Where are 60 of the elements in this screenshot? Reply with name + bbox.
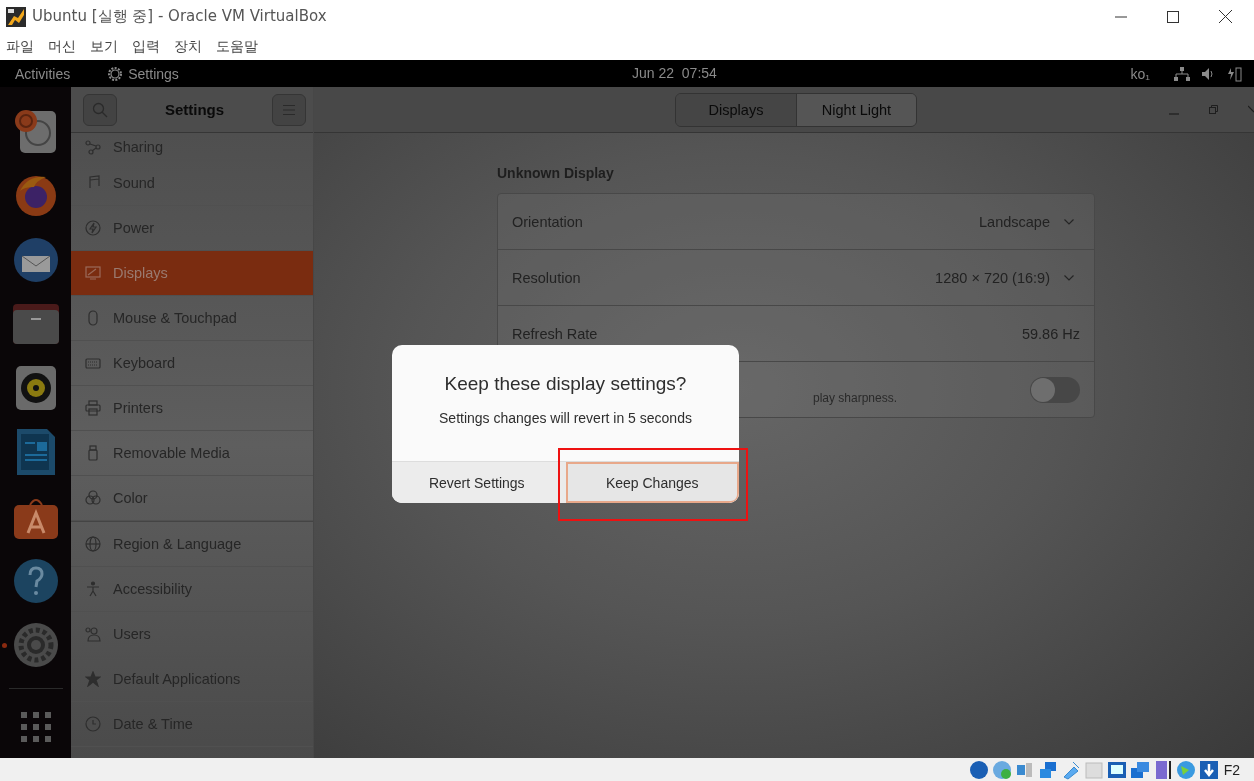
row-caption: play sharpness. xyxy=(813,390,899,405)
dropdown-value[interactable]: 1280 × 720 (16:9) xyxy=(935,269,1050,286)
volume-icon[interactable] xyxy=(1202,66,1216,81)
screens-icon[interactable] xyxy=(1129,759,1150,780)
menu-item[interactable]: 파일 xyxy=(6,37,34,56)
menu-item[interactable]: 장치 xyxy=(174,37,202,56)
users-icon xyxy=(85,626,101,642)
caret-icon xyxy=(1064,218,1074,225)
share-icon xyxy=(85,138,101,155)
menu-item[interactable]: 머신 xyxy=(48,37,76,56)
menu-item[interactable]: 도움말 xyxy=(216,37,258,56)
clock[interactable]: Jun 22 07:54 xyxy=(632,65,717,81)
question-mark-icon[interactable] xyxy=(11,556,60,605)
row-label: Orientation xyxy=(512,213,584,230)
keep-button[interactable]: Keep Changes xyxy=(565,462,739,503)
app-menu[interactable]: Settings xyxy=(128,65,179,82)
monitor-icon xyxy=(85,265,101,281)
hard-disk-icon[interactable] xyxy=(968,759,989,780)
host-key-label: F2 xyxy=(1223,761,1240,778)
caret-icon xyxy=(1064,274,1074,281)
sidebar-item[interactable]: Removable Media xyxy=(71,431,313,476)
network-icon[interactable] xyxy=(1174,66,1190,81)
virtualbox-logo-icon xyxy=(6,6,26,27)
menu-item[interactable]: 보기 xyxy=(90,37,118,56)
bird-envelope-icon[interactable] xyxy=(11,235,60,284)
globe-icon xyxy=(85,536,101,552)
dialog-message: Settings changes will revert in 5 seconds xyxy=(439,410,692,426)
star-icon xyxy=(85,671,101,687)
dialog-title: Keep these display settings? xyxy=(444,373,687,395)
sidebar-title: Settings xyxy=(164,101,225,118)
sidebar-item[interactable]: Displays xyxy=(71,251,313,296)
menu-icon xyxy=(283,103,295,116)
keyboard-icon xyxy=(85,355,101,371)
usb-drive-icon xyxy=(85,445,101,461)
activities-button[interactable]: Activities xyxy=(15,65,71,82)
menu-item[interactable]: 입력 xyxy=(132,37,160,56)
gear-icon xyxy=(107,65,124,82)
row-value: 59.86 Hz xyxy=(1021,325,1080,342)
gear-icon[interactable] xyxy=(11,621,60,669)
color-circles-icon xyxy=(85,490,101,506)
input-method-indicator[interactable]: ko₁ xyxy=(1130,65,1150,82)
printer-icon xyxy=(85,400,101,416)
window-title: Ubuntu [실행 중] - Oracle VM VirtualBox xyxy=(32,7,327,26)
arrow-down-icon[interactable] xyxy=(1198,759,1219,780)
battery-icon[interactable] xyxy=(1228,65,1242,82)
search-icon xyxy=(92,101,108,118)
clock-icon xyxy=(85,716,101,732)
tab[interactable]: Night Light xyxy=(796,93,916,126)
person-icon xyxy=(85,581,101,597)
toggle-switch[interactable] xyxy=(1030,376,1080,403)
disc-icon[interactable] xyxy=(991,759,1012,780)
close-icon[interactable] xyxy=(1219,10,1232,23)
row-label: Refresh Rate xyxy=(512,325,599,342)
screen-icon[interactable] xyxy=(1106,759,1127,780)
maximize-icon[interactable] xyxy=(1167,10,1179,23)
network-icon[interactable] xyxy=(1037,759,1058,780)
app-grid-icon[interactable] xyxy=(20,711,51,742)
dropdown-value[interactable]: Landscape xyxy=(979,213,1050,230)
row-label: Resolution xyxy=(512,269,582,286)
lightning-icon xyxy=(85,220,101,236)
